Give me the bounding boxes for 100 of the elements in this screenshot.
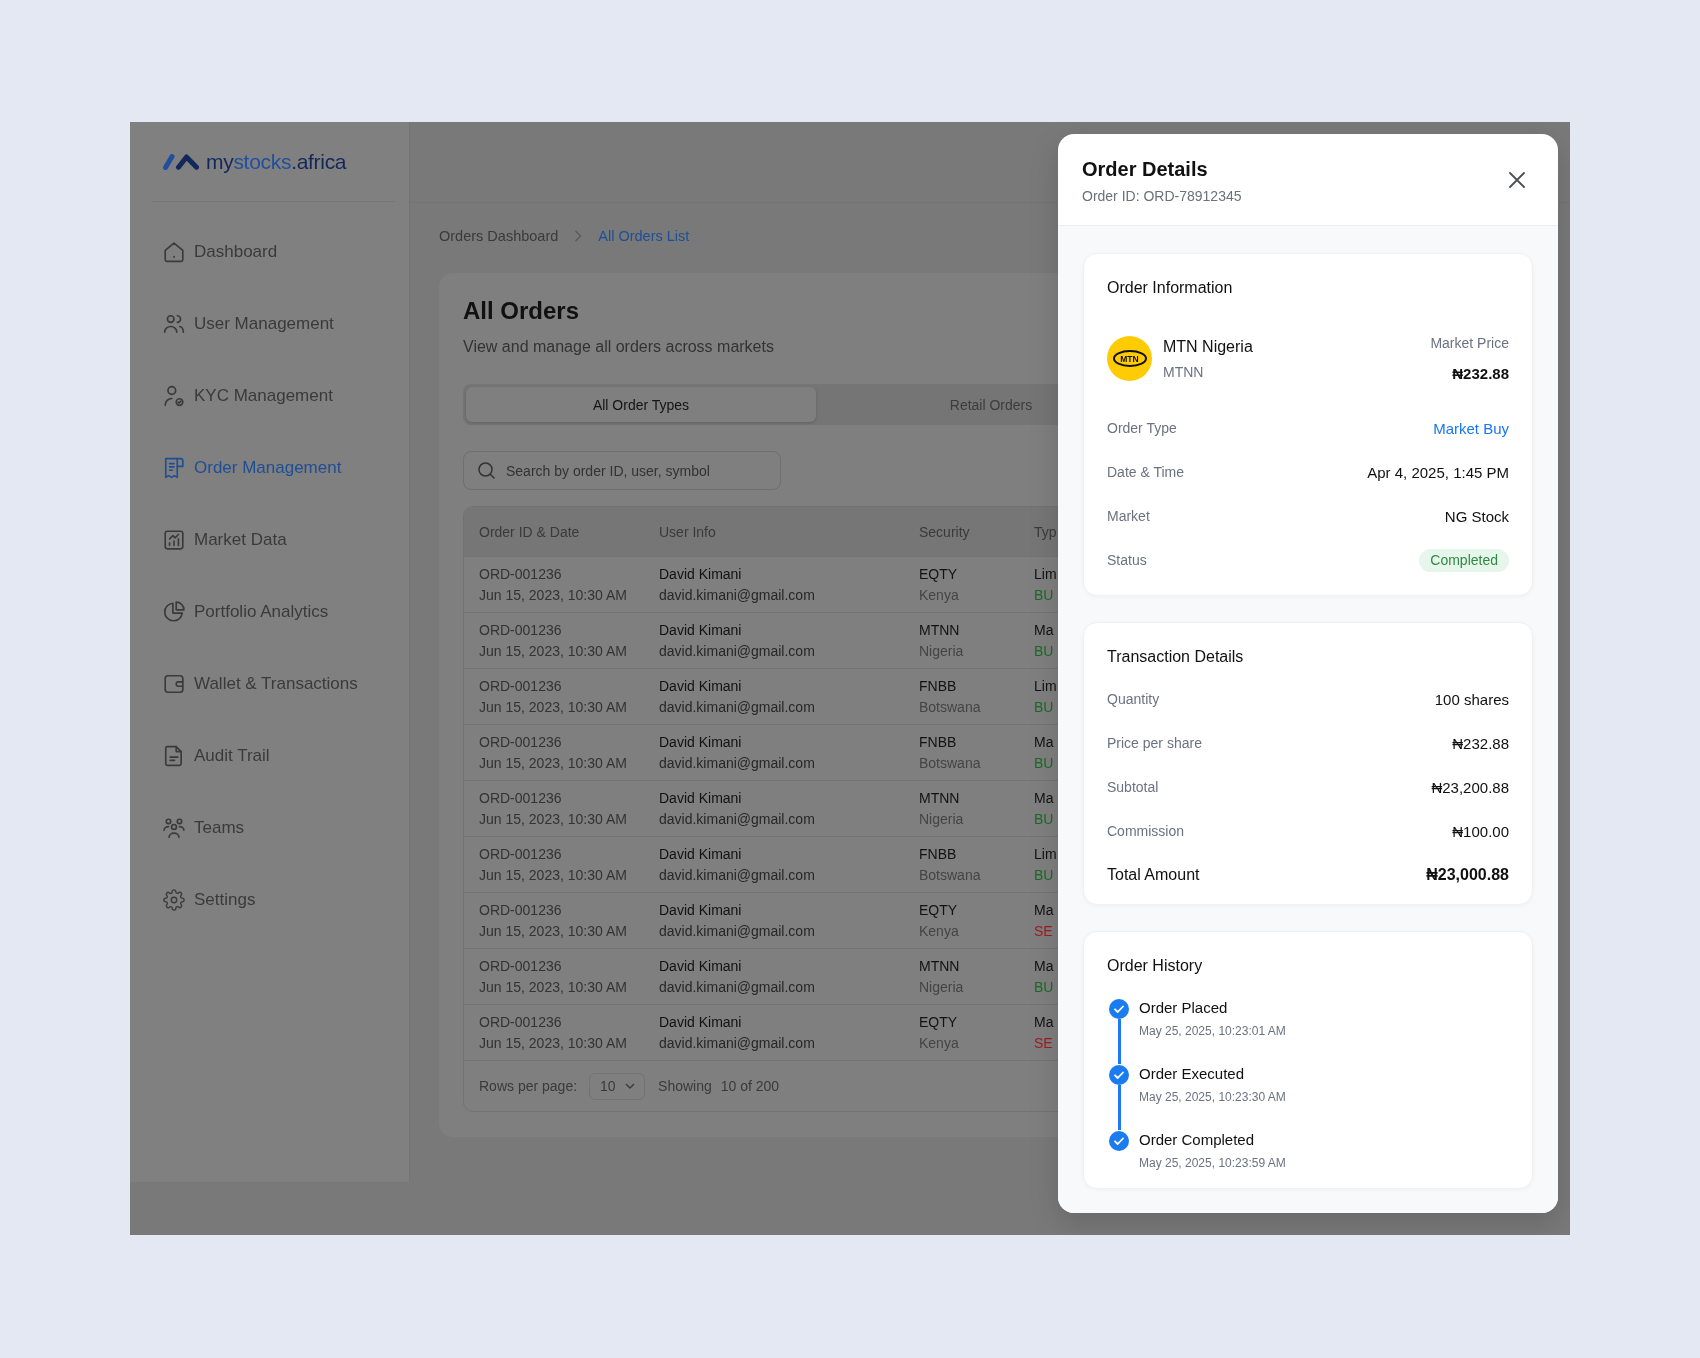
sidebar-item[interactable]: Wallet & Transactions xyxy=(130,662,409,706)
logo-text: mystocks.africa xyxy=(206,149,347,174)
order-type: Lim xyxy=(1034,844,1057,864)
order-type: Lim xyxy=(1034,564,1057,584)
breadcrumb-link[interactable]: Orders Dashboard xyxy=(439,228,559,244)
user-name: David Kimani xyxy=(659,732,742,752)
order-type: Lim xyxy=(1034,676,1057,696)
security-symbol: MTNN xyxy=(919,620,960,640)
sidebar-item[interactable]: Teams xyxy=(130,806,409,850)
security-symbol: FNBB xyxy=(919,676,957,696)
order-date: Jun 15, 2023, 10:30 AM xyxy=(479,641,627,661)
breadcrumb-link[interactable]: All Orders List xyxy=(598,228,690,244)
order-id: ORD-001236 xyxy=(479,956,562,976)
user-email: david.kimani@gmail.com xyxy=(659,977,815,997)
order-date: Jun 15, 2023, 10:30 AM xyxy=(479,697,627,717)
order-type: Ma xyxy=(1034,732,1054,752)
showing-label: Showing xyxy=(658,1078,712,1094)
order-id: ORD-001236 xyxy=(479,900,562,920)
security-symbol: EQTY xyxy=(919,900,958,920)
event-title: Order Completed xyxy=(1139,1130,1255,1150)
card-title: Order Information xyxy=(1107,278,1234,298)
order-date: Jun 15, 2023, 10:30 AM xyxy=(479,865,627,885)
users-icon xyxy=(163,313,185,335)
total-value: ₦23,000.88 xyxy=(1426,866,1509,884)
security-country: Botswana xyxy=(919,865,981,885)
sidebar-item[interactable]: User Management xyxy=(130,302,409,346)
column-header: User Info xyxy=(659,523,716,540)
detail-label: Quantity xyxy=(1107,691,1160,707)
order-side: BU xyxy=(1034,697,1054,717)
event-time: May 25, 2025, 10:23:59 AM xyxy=(1139,1155,1286,1171)
detail-label: Price per share xyxy=(1107,735,1202,751)
sidebar-item[interactable]: Audit Trail xyxy=(130,734,409,778)
security-country: Nigeria xyxy=(919,977,964,997)
card-title: Order History xyxy=(1107,956,1204,976)
event-time: May 25, 2025, 10:23:01 AM xyxy=(1139,1023,1286,1039)
detail-label: Status xyxy=(1107,552,1147,568)
order-id: ORD-001236 xyxy=(479,844,562,864)
user-email: david.kimani@gmail.com xyxy=(659,809,815,829)
market-price-label: Market Price xyxy=(1430,334,1509,352)
rows-per-page-label: Rows per page: xyxy=(479,1078,578,1094)
order-side: BU xyxy=(1034,865,1054,885)
team-icon xyxy=(163,817,185,839)
column-header: Security xyxy=(919,523,970,540)
showing-count: 10 of 200 xyxy=(720,1078,780,1094)
rows-per-page-select[interactable]: 10 xyxy=(589,1072,646,1100)
close-button[interactable] xyxy=(1509,172,1525,188)
user-name: David Kimani xyxy=(659,788,742,808)
order-id: ORD-001236 xyxy=(479,788,562,808)
document-icon xyxy=(163,745,185,767)
security-symbol: FNBB xyxy=(919,844,957,864)
order-type: Ma xyxy=(1034,1012,1054,1032)
sidebar-item[interactable]: Market Data xyxy=(130,518,409,562)
sidebar-item[interactable]: Order Management xyxy=(130,446,409,490)
company-name: MTN Nigeria xyxy=(1163,336,1253,357)
user-check-icon xyxy=(163,385,185,407)
order-id: ORD-001236 xyxy=(479,620,562,640)
user-name: David Kimani xyxy=(659,844,742,864)
page-subtitle: View and manage all orders across markets xyxy=(463,337,775,357)
order-date: Jun 15, 2023, 10:30 AM xyxy=(479,921,627,941)
user-email: david.kimani@gmail.com xyxy=(659,697,815,717)
user-name: David Kimani xyxy=(659,1012,742,1032)
user-name: David Kimani xyxy=(659,676,742,696)
detail-value: Apr 4, 2025, 1:45 PM xyxy=(1367,463,1509,481)
detail-value: NG Stock xyxy=(1444,507,1509,525)
order-id-label: Order ID: ORD-78912345 xyxy=(1082,187,1242,205)
chevron-down-icon xyxy=(625,1083,636,1089)
security-country: Kenya xyxy=(919,585,959,605)
order-type-value: Market Buy xyxy=(1433,419,1509,437)
sidebar-item[interactable]: Portfolio Analytics xyxy=(130,590,409,634)
column-header: Typ xyxy=(1034,523,1057,540)
order-id: ORD-001236 xyxy=(479,564,562,584)
dialog-title: Order Details xyxy=(1082,157,1209,181)
sidebar-item[interactable]: Settings xyxy=(130,878,409,922)
user-name: David Kimani xyxy=(659,900,742,920)
timeline-line xyxy=(1117,1085,1121,1130)
order-id: ORD-001236 xyxy=(479,676,562,696)
sidebar-item[interactable]: Dashboard xyxy=(130,230,409,274)
column-header: Order ID & Date xyxy=(479,523,580,540)
order-type: Ma xyxy=(1034,900,1054,920)
order-date: Jun 15, 2023, 10:30 AM xyxy=(479,585,627,605)
event-title: Order Executed xyxy=(1139,1064,1245,1084)
detail-label: Order Type xyxy=(1107,420,1177,436)
order-side: BU xyxy=(1034,753,1054,773)
event-time: May 25, 2025, 10:23:30 AM xyxy=(1139,1089,1286,1105)
security-country: Botswana xyxy=(919,753,981,773)
page-title: All Orders xyxy=(463,297,581,325)
security-country: Nigeria xyxy=(919,641,964,661)
order-side: BU xyxy=(1034,809,1054,829)
tab[interactable]: All Order Types xyxy=(466,387,816,422)
search-field[interactable]: Search by order ID, user, symbol xyxy=(463,451,781,490)
order-date: Jun 15, 2023, 10:30 AM xyxy=(479,1033,627,1053)
order-date: Jun 15, 2023, 10:30 AM xyxy=(479,753,627,773)
user-email: david.kimani@gmail.com xyxy=(659,865,815,885)
order-type: Ma xyxy=(1034,788,1054,808)
sidebar-item[interactable]: KYC Management xyxy=(130,374,409,418)
security-country: Botswana xyxy=(919,697,981,717)
order-type: Ma xyxy=(1034,956,1054,976)
security-symbol: EQTY xyxy=(919,1012,958,1032)
order-side: BU xyxy=(1034,585,1054,605)
detail-value: ₦232.88 xyxy=(1452,734,1509,752)
